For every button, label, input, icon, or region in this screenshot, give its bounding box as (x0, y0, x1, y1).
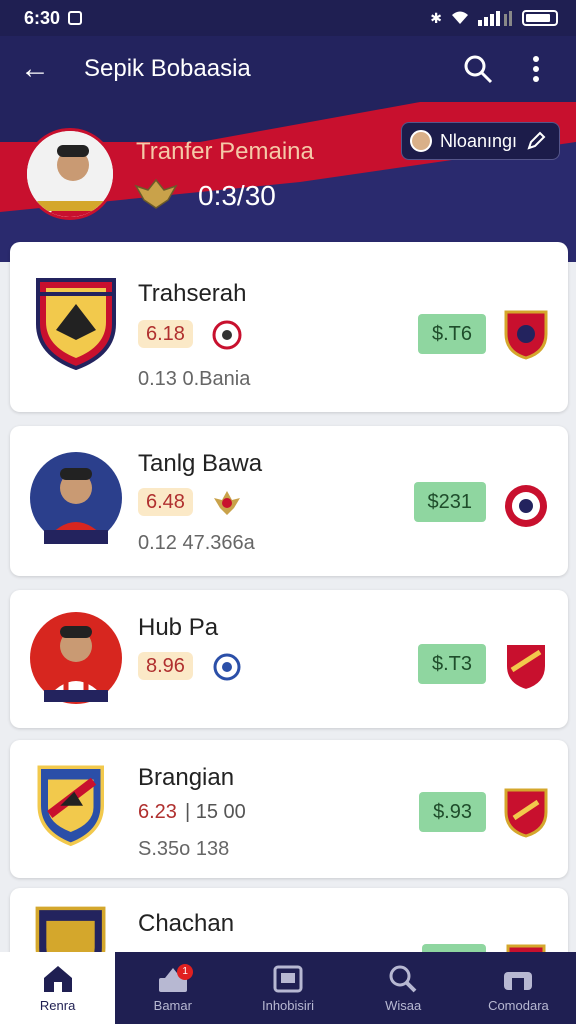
nav-label: Comodara (488, 997, 549, 1013)
bottom-navigation: Renra 1 Bamar Inhobisiri Wisaa Comodara (0, 952, 576, 1024)
price-tag[interactable]: $.T3 (417, 644, 486, 684)
club-badge-icon (504, 788, 548, 838)
player-photo (30, 452, 122, 544)
club-crest-icon (37, 765, 104, 847)
player-stats: 0.12 47.366a (138, 532, 255, 554)
app-bar: ← Sepik Bobaasia (0, 36, 576, 102)
player-stats: 0.13 0.Bania (138, 368, 251, 390)
edit-icon (527, 131, 546, 150)
hero-title: Tranfer Pemaina (136, 138, 314, 165)
back-arrow-icon[interactable]: ← (20, 52, 60, 86)
hero-score: 0:3/30 (198, 180, 276, 211)
status-left: 6:30 (24, 7, 83, 29)
home-icon (43, 965, 72, 992)
inbox-icon (273, 965, 303, 992)
price-tag[interactable]: $231 (413, 482, 486, 522)
price-tag[interactable]: $.93 (419, 792, 486, 832)
club-badge-icon (504, 310, 548, 360)
wifi-icon (452, 11, 468, 24)
club-crest-icon (36, 278, 116, 370)
player-rating: 6.18 (138, 320, 193, 348)
nav-item-stadium[interactable]: Comodara (461, 952, 576, 1024)
status-right: ✱ (430, 10, 558, 27)
player-card[interactable]: Hub Pa 8.96 $.T3 (10, 590, 568, 728)
player-rating: 6.48 (138, 488, 193, 516)
rating-value: 6.23 (138, 801, 177, 823)
search-icon (389, 965, 417, 992)
chip-label: Nloanıngı (439, 130, 517, 151)
nav-label: Wisaa (385, 997, 422, 1013)
notification-icon (68, 11, 83, 25)
player-rating: 6.23 | 15 00 (138, 798, 246, 826)
hero-player-avatar[interactable] (24, 128, 116, 220)
more-button[interactable] (516, 49, 556, 89)
nav-label: Inhobisiri (261, 997, 315, 1013)
player-card[interactable]: Trahserah 6.18 0.13 0.Bania $.T6 (10, 242, 568, 412)
price-tag[interactable]: $.T6 (417, 314, 486, 354)
player-rating: 8.96 (138, 652, 193, 680)
player-card[interactable]: Brangian 6.23 | 15 00 S.35o 138 $.93 (10, 740, 568, 878)
club-badge-icon (505, 485, 547, 527)
nav-item-home[interactable]: Renra (0, 952, 116, 1024)
nation-emblem-icon (214, 491, 240, 515)
nav-item-inbox[interactable]: Inhobisiri (230, 952, 345, 1024)
player-name: Tanlg Bawa (138, 450, 263, 477)
notification-badge: 1 (177, 964, 194, 980)
hero-banner: Tranfer Pemaina 0:3/30 Nloanıngı (0, 102, 576, 262)
page-title: Sepik Bobaasia (84, 55, 251, 82)
garuda-emblem-icon (134, 178, 178, 209)
battery-icon (522, 10, 558, 26)
player-name: Trahserah (138, 280, 247, 307)
nav-label: Bamar (153, 997, 192, 1013)
status-time: 6:30 (24, 7, 61, 28)
search-button[interactable] (458, 49, 498, 89)
chip-avatar (409, 130, 432, 152)
nav-item-market[interactable]: 1 Bamar (115, 952, 230, 1024)
stadium-icon (504, 971, 533, 990)
more-vert-icon (533, 56, 539, 82)
player-photo (30, 612, 122, 704)
player-name: Brangian (138, 764, 235, 791)
signal-icon (478, 11, 512, 26)
bluetooth-icon: ✱ (430, 9, 442, 26)
nation-emblem-icon (213, 653, 241, 681)
nav-label: Renra (39, 997, 76, 1013)
nation-emblem-icon (212, 320, 242, 350)
search-icon (464, 55, 493, 84)
status-bar: 6:30 ✱ (0, 0, 576, 36)
user-chip[interactable]: Nloanıngı (400, 122, 560, 160)
rating-extra: | 15 00 (184, 801, 246, 823)
player-card[interactable]: Tanlg Bawa 6.48 0.12 47.366a $231 (10, 426, 568, 576)
player-name: Chachan (138, 910, 235, 937)
nav-item-search[interactable]: Wisaa (346, 952, 461, 1024)
club-badge-icon (505, 643, 547, 692)
player-name: Hub Pa (138, 614, 219, 641)
player-stats: S.35o 138 (138, 838, 230, 860)
